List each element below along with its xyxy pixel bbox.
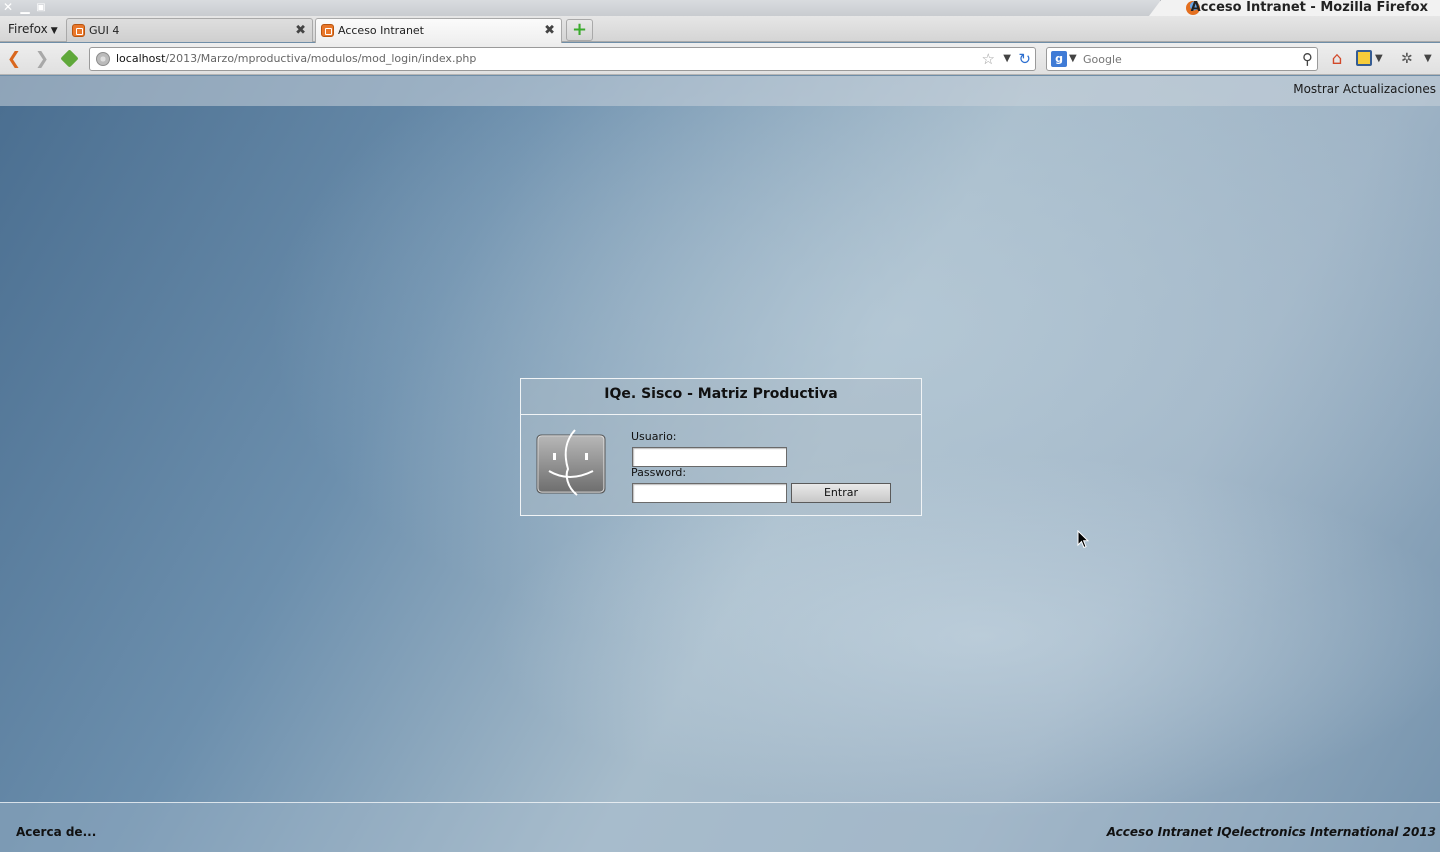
chevron-down-icon[interactable]: ▼ (1375, 49, 1383, 69)
chevron-down-icon[interactable]: ▼ (1069, 49, 1077, 69)
navigation-toolbar: ❮ ❯ localhost/2013/Marzo/mproductiva/mod… (0, 43, 1440, 75)
finder-icon (536, 429, 606, 496)
tab-acceso-intranet[interactable]: Acceso Intranet ✖ (315, 18, 562, 43)
about-link[interactable]: Acerca de... (16, 825, 96, 839)
tab-label: Acceso Intranet (338, 24, 424, 37)
url-text[interactable]: localhost/2013/Marzo/mproductiva/modulos… (116, 48, 476, 70)
xampp-favicon-icon (72, 24, 85, 37)
password-label: Password: (631, 466, 687, 479)
bookmarks-icon[interactable] (1356, 50, 1372, 66)
window-titlebar: ✕ ▁ ▣ Acceso Intranet - Mozilla Firefox (0, 0, 1440, 16)
site-identity-icon[interactable] (96, 52, 110, 66)
chevron-down-icon[interactable]: ▼ (1003, 49, 1011, 69)
forward-arrow-icon[interactable]: ❯ (32, 49, 52, 69)
window-close-icon[interactable]: ✕ (2, 1, 14, 14)
top-strip: Mostrar Actualizaciones (0, 76, 1440, 106)
firefox-menu-label: Firefox (8, 22, 48, 36)
chevron-down-icon[interactable]: ▼ (1424, 49, 1432, 69)
tab-label: GUI 4 (89, 24, 120, 37)
url-bar[interactable]: localhost/2013/Marzo/mproductiva/modulos… (89, 47, 1036, 71)
bookmark-star-icon[interactable]: ☆ (982, 49, 995, 69)
firefox-menu-button[interactable]: Firefox ▼ (2, 19, 64, 39)
footer-credit: Acceso Intranet IQelectronics Internatio… (1106, 825, 1436, 839)
login-submit-button[interactable]: Entrar (791, 483, 891, 503)
password-input[interactable] (632, 483, 787, 503)
new-tab-button[interactable]: + (566, 19, 593, 41)
search-icon[interactable]: ⚲ (1302, 49, 1313, 69)
google-engine-icon[interactable]: g (1051, 51, 1067, 67)
back-arrow-icon[interactable]: ❮ (4, 49, 24, 69)
chevron-down-icon: ▼ (50, 26, 58, 36)
window-title-area: Acceso Intranet - Mozilla Firefox (1149, 0, 1440, 16)
xampp-favicon-icon (321, 24, 334, 37)
page-content: Mostrar Actualizaciones IQe. Sisco - Mat… (0, 76, 1440, 852)
window-minimize-icon[interactable]: ▁ (19, 1, 31, 14)
history-dropdown-icon[interactable] (60, 49, 80, 69)
addon-icon[interactable]: ✲ (1401, 49, 1413, 69)
page-footer: Acerca de... Acceso Intranet IQelectroni… (0, 802, 1440, 852)
tab-close-icon[interactable]: ✖ (544, 23, 555, 38)
home-icon[interactable]: ⌂ (1327, 49, 1347, 69)
show-updates-link[interactable]: Mostrar Actualizaciones (1293, 76, 1436, 102)
tab-gui4[interactable]: GUI 4 ✖ (66, 18, 313, 42)
tab-close-icon[interactable]: ✖ (295, 23, 306, 38)
mouse-cursor-icon (1077, 530, 1089, 549)
login-panel: IQe. Sisco - Matriz Productiva Usuario: … (520, 378, 922, 516)
url-host: localhost (116, 52, 166, 65)
tab-strip: Firefox ▼ GUI 4 ✖ Acceso Intranet ✖ + (0, 16, 1440, 43)
reload-icon[interactable]: ↻ (1018, 49, 1031, 69)
username-label: Usuario: (631, 430, 677, 443)
url-path: /2013/Marzo/mproductiva/modulos/mod_logi… (165, 52, 477, 65)
search-bar[interactable]: g ▼ ⚲ (1046, 47, 1318, 71)
window-maximize-icon[interactable]: ▣ (35, 1, 47, 14)
username-input[interactable] (632, 447, 787, 467)
search-input[interactable] (1083, 49, 1293, 69)
login-title: IQe. Sisco - Matriz Productiva (521, 379, 921, 415)
window-title: Acceso Intranet - Mozilla Firefox (1190, 0, 1428, 15)
